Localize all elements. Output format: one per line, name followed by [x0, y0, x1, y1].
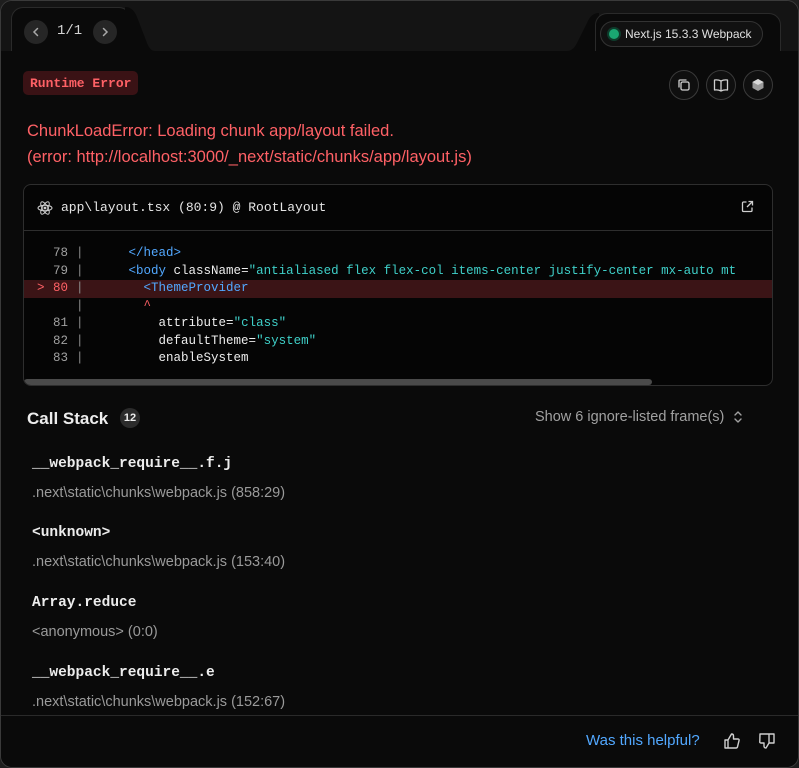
code-line-number: 81 [52, 316, 68, 330]
code-token: enableSystem [158, 351, 249, 365]
code-line-separator: | [76, 351, 84, 365]
code-token: className [173, 263, 242, 278]
code-line-separator: | [76, 298, 84, 313]
show-ignored-frames-button[interactable]: Show 6 ignore-listed frame(s) [535, 409, 744, 425]
error-pager: 1/1 [57, 23, 83, 39]
react-icon [37, 200, 53, 216]
code-line-highlighted: >80 | <ThemeProvider [24, 280, 772, 298]
code-line-separator: | [76, 333, 84, 348]
code-frame: app\layout.tsx (80:9) @ RootLayout 78 | <… [23, 184, 773, 386]
code-token: defaultTheme [158, 333, 249, 348]
stack-frame-location[interactable]: .next\static\chunks\webpack.js (858:29) [32, 485, 285, 501]
code-line-separator: | [76, 281, 84, 295]
code-frame-header: app\layout.tsx (80:9) @ RootLayout [24, 185, 772, 231]
show-ignored-frames-label: Show 6 ignore-listed frame(s) [535, 409, 725, 425]
code-token: <ThemeProvider [143, 281, 249, 295]
thumbs-down-button[interactable] [757, 731, 777, 751]
code-token: "class" [233, 316, 287, 330]
stack-frame-function[interactable]: <unknown> [32, 525, 110, 541]
open-in-editor-icon[interactable] [741, 200, 754, 213]
previous-error-button[interactable] [24, 20, 48, 44]
chevron-up-down-icon [734, 411, 743, 423]
stack-frame-location[interactable]: <anonymous> (0:0) [32, 624, 158, 640]
code-line: 83 | enableSystem [24, 350, 772, 368]
error-url-line: (error: http://localhost:3000/_next/stat… [27, 148, 472, 166]
code-line-number: 82 [52, 333, 68, 348]
code-token: "antialiased flex flex-col items-center … [248, 263, 737, 278]
code-token: "system" [256, 333, 317, 348]
code-line-separator: | [76, 246, 84, 260]
code-token: = [248, 333, 257, 348]
nextjs-docs-button[interactable] [743, 70, 773, 100]
code-line: 78 | </head> [24, 245, 772, 263]
code-token: attribute [158, 316, 227, 330]
code-line-separator: | [76, 316, 84, 330]
code-token: <body [128, 263, 174, 278]
error-message: ChunkLoadError: Loading chunk app/layout… [27, 118, 472, 170]
book-icon [713, 79, 729, 92]
stack-frame-function[interactable]: Array.reduce [32, 595, 136, 611]
error-overlay: 1/1 Next.js 15.3.3 Webpack Runtime Error… [0, 0, 799, 768]
code-line-number: 78 [52, 246, 68, 260]
call-stack-title: Call Stack [27, 409, 109, 428]
stack-frame-function[interactable]: __webpack_require__.e [32, 665, 215, 681]
code-frame-file: app\layout.tsx (80:9) @ RootLayout [61, 200, 327, 215]
code-token: = [241, 263, 249, 278]
code-token: ^ [143, 298, 152, 313]
chevron-left-icon [32, 27, 39, 37]
code-line-number: 83 [52, 351, 68, 365]
code-line: | ^ [24, 298, 772, 316]
docs-button[interactable] [706, 70, 736, 100]
code-token: </head> [128, 246, 182, 260]
stack-frame-location[interactable]: .next\static\chunks\webpack.js (153:40) [32, 554, 285, 570]
stack-frame-function[interactable]: __webpack_require__.f.j [32, 456, 232, 472]
call-stack-count: 12 [120, 408, 140, 428]
error-type-badge: Runtime Error [23, 71, 139, 95]
code-horizontal-scrollbar[interactable] [24, 379, 652, 385]
status-dot-icon [609, 29, 619, 39]
code-frame-body: 78 | </head> 79 | <body className="antialia… [24, 231, 772, 368]
hexagon-icon [752, 79, 764, 91]
thumbs-up-icon [724, 733, 740, 749]
code-line-number: 80 [52, 281, 68, 295]
nextjs-version-badge[interactable]: Next.js 15.3.3 Webpack [600, 21, 763, 47]
thumbs-up-button[interactable] [722, 731, 742, 751]
next-error-button[interactable] [93, 20, 117, 44]
thumbs-down-icon [759, 733, 775, 749]
code-line-separator: | [76, 263, 84, 278]
chevron-right-icon [102, 27, 109, 37]
copy-icon [678, 79, 690, 91]
code-line: 81 | attribute="class" [24, 315, 772, 333]
tab-slope-left [125, 7, 155, 51]
code-line-number: 79 [52, 263, 68, 278]
code-line: 82 | defaultTheme="system" [24, 333, 772, 351]
code-token: = [226, 316, 234, 330]
code-line-marker: > [37, 281, 45, 295]
version-label: Next.js 15.3.3 Webpack [625, 27, 752, 41]
error-message-line: ChunkLoadError: Loading chunk app/layout… [27, 122, 394, 140]
stack-frame-location[interactable]: .next\static\chunks\webpack.js (152:67) [32, 694, 285, 710]
copy-error-button[interactable] [669, 70, 699, 100]
code-line: 79 | <body className="antialiased flex fl… [24, 263, 772, 281]
feedback-prompt: Was this helpful? [586, 732, 700, 749]
